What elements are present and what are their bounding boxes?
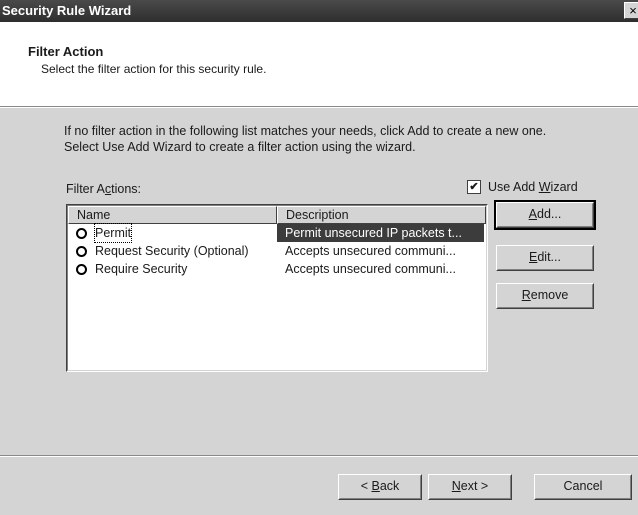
footer-divider-highlight [0,456,638,457]
close-button[interactable]: × [624,2,638,19]
use-add-wizard-label: Use Add Wizard [488,180,578,194]
row-name: Permit [93,223,133,243]
list-frame: Name Description Permit Permit unsecured… [67,205,487,371]
row-description: Permit unsecured IP packets t... [277,224,484,242]
use-add-wizard-checkbox[interactable]: ✔ Use Add Wizard [467,180,578,194]
filter-actions-list[interactable]: Name Description Permit Permit unsecured… [66,204,488,372]
page-subtitle: Select the filter action for this securi… [41,62,267,76]
wizard-window: Security Rule Wizard × Filter Action Sel… [0,0,638,515]
intro-text: If no filter action in the following lis… [64,123,604,155]
checkbox-box[interactable]: ✔ [467,180,481,194]
title-bar[interactable]: Security Rule Wizard × [0,0,638,22]
close-icon: × [629,3,637,18]
back-button[interactable]: < Back [338,474,422,500]
column-header-description[interactable]: Description [277,206,486,224]
edit-button[interactable]: Edit... [496,245,594,271]
row-name: Request Security (Optional) [95,244,249,258]
list-row-require-security[interactable]: Require Security Accepts unsecured commu… [68,260,486,278]
radio-icon[interactable] [76,246,87,257]
intro-line-1: If no filter action in the following lis… [64,124,547,138]
cancel-button[interactable]: Cancel [534,474,632,500]
checkmark-icon: ✔ [469,181,479,193]
row-name: Require Security [95,262,188,276]
wizard-header: Filter Action Select the filter action f… [0,22,638,107]
remove-button[interactable]: Remove [496,283,594,309]
list-row-request-security[interactable]: Request Security (Optional) Accepts unse… [68,242,486,260]
next-button[interactable]: Next > [428,474,512,500]
header-divider [0,107,638,108]
row-description: Accepts unsecured communi... [285,244,456,258]
window-title: Security Rule Wizard [2,3,132,18]
radio-icon[interactable] [76,228,87,239]
row-description: Accepts unsecured communi... [285,262,456,276]
filter-actions-label: Filter Actions: [66,182,142,196]
radio-icon[interactable] [76,264,87,275]
list-row-permit[interactable]: Permit Permit unsecured IP packets t... [68,223,486,243]
page-title: Filter Action [28,44,104,59]
add-button[interactable]: Add... [494,200,596,230]
intro-line-2: Select Use Add Wizard to create a filter… [64,140,416,154]
column-header-name[interactable]: Name [68,206,277,224]
